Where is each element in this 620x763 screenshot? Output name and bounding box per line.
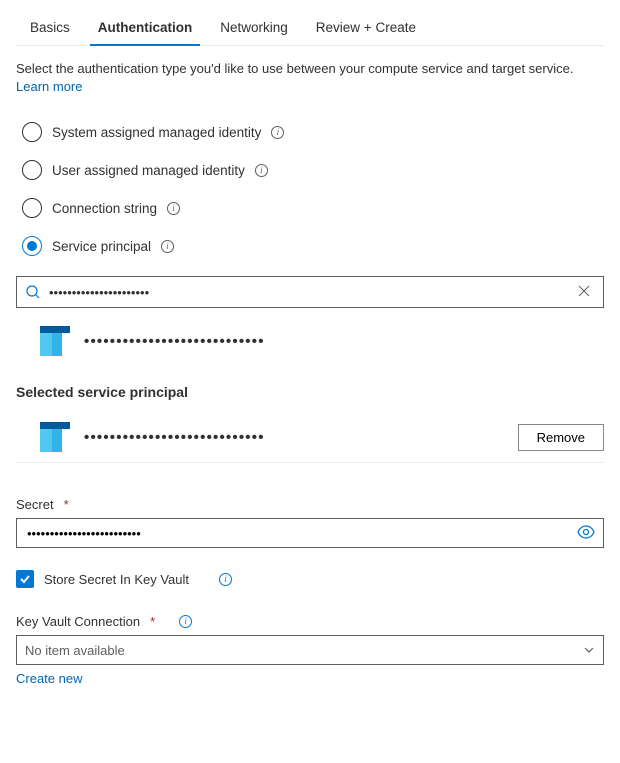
store-keyvault-label: Store Secret In Key Vault	[44, 572, 189, 587]
kv-connection-label: Key Vault Connection * i	[16, 614, 604, 629]
service-principal-search[interactable]	[16, 276, 604, 308]
info-icon[interactable]: i	[255, 164, 268, 177]
secret-input-wrap[interactable]	[16, 518, 604, 548]
radio-icon	[22, 236, 42, 256]
info-icon[interactable]: i	[161, 240, 174, 253]
search-result-item[interactable]: ••••••••••••••••••••••••••••	[16, 320, 604, 362]
selected-principal-label: ••••••••••••••••••••••••••••	[84, 429, 504, 446]
radio-label: Connection string	[52, 201, 157, 216]
kv-connection-label-text: Key Vault Connection	[16, 614, 140, 629]
selected-principal-row: •••••••••••••••••••••••••••• Remove	[16, 418, 604, 463]
radio-service-principal[interactable]: Service principal i	[22, 236, 604, 256]
search-icon	[25, 284, 41, 300]
intro-body: Select the authentication type you'd lik…	[16, 61, 573, 76]
result-label: ••••••••••••••••••••••••••••	[84, 333, 265, 350]
radio-label: Service principal	[52, 239, 151, 254]
store-keyvault-checkbox-row[interactable]: Store Secret In Key Vault i	[16, 570, 604, 588]
radio-label: User assigned managed identity	[52, 163, 245, 178]
selected-principal-header: Selected service principal	[16, 384, 604, 400]
tab-bar: Basics Authentication Networking Review …	[16, 12, 604, 46]
required-indicator: *	[150, 614, 155, 629]
radio-connection-string[interactable]: Connection string i	[22, 198, 604, 218]
radio-icon	[22, 160, 42, 180]
clear-icon[interactable]	[573, 280, 595, 305]
radio-icon	[22, 122, 42, 142]
checkbox-checked-icon	[16, 570, 34, 588]
learn-more-link[interactable]: Learn more	[16, 79, 82, 94]
chevron-down-icon	[583, 644, 595, 656]
radio-user-identity[interactable]: User assigned managed identity i	[22, 160, 604, 180]
info-icon[interactable]: i	[219, 573, 232, 586]
search-input[interactable]	[41, 285, 573, 300]
app-registration-icon	[40, 422, 70, 452]
app-registration-icon	[40, 326, 70, 356]
secret-label-text: Secret	[16, 497, 54, 512]
auth-type-radio-group: System assigned managed identity i User …	[22, 122, 604, 256]
radio-label: System assigned managed identity	[52, 125, 261, 140]
tab-basics[interactable]: Basics	[16, 12, 84, 45]
secret-label: Secret *	[16, 497, 604, 512]
radio-system-identity[interactable]: System assigned managed identity i	[22, 122, 604, 142]
kv-connection-select[interactable]: No item available	[16, 635, 604, 665]
info-icon[interactable]: i	[179, 615, 192, 628]
reveal-password-icon[interactable]	[577, 525, 595, 542]
info-icon[interactable]: i	[167, 202, 180, 215]
info-icon[interactable]: i	[271, 126, 284, 139]
create-new-link[interactable]: Create new	[16, 671, 82, 686]
radio-icon	[22, 198, 42, 218]
remove-button[interactable]: Remove	[518, 424, 604, 451]
tab-review-create[interactable]: Review + Create	[302, 12, 430, 45]
tab-networking[interactable]: Networking	[206, 12, 302, 45]
secret-input[interactable]	[25, 525, 577, 542]
tab-authentication[interactable]: Authentication	[84, 12, 207, 45]
kv-connection-value: No item available	[25, 643, 125, 658]
required-indicator: *	[64, 497, 69, 512]
intro-text: Select the authentication type you'd lik…	[16, 60, 604, 96]
